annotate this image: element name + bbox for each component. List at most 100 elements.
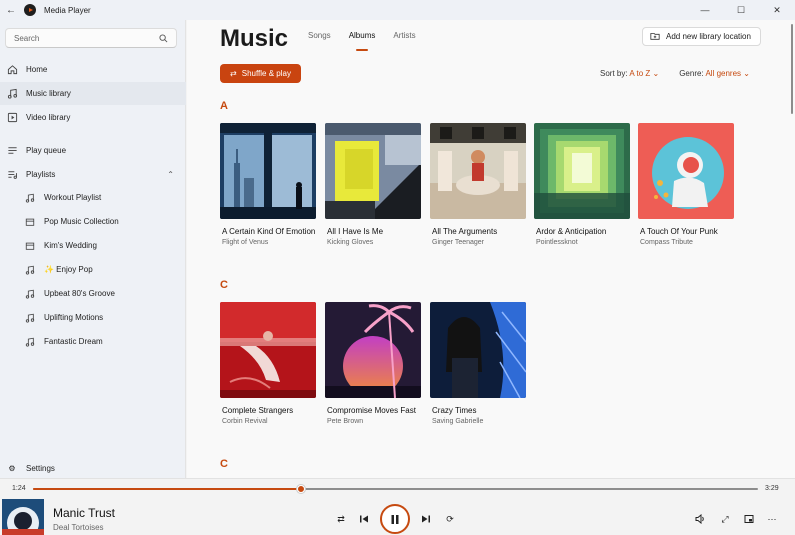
music-note-icon [6,88,18,100]
sidebar-item-label: Playlists [26,170,56,179]
settings-label: Settings [26,463,55,473]
add-library-location-button[interactable]: Add new library location [642,27,761,46]
seek-bar-fill [33,488,302,490]
album-title: A Touch Of Your Punk [640,227,718,236]
album-tile[interactable]: All I Have Is Me Kicking Gloves [325,123,421,248]
sidebar-item-music-library[interactable]: Music library [0,82,186,105]
more-options-icon[interactable]: ⋯ [765,512,779,526]
next-track-icon[interactable] [419,512,433,526]
sidebar-item-home[interactable]: Home [0,58,186,81]
section-letter[interactable]: C [220,279,228,291]
back-arrow-icon[interactable]: ← [2,1,20,19]
playlist-music-icon [24,288,36,300]
section-letter[interactable]: C [220,458,228,470]
miniplayer-icon[interactable] [742,512,756,526]
album-tile[interactable]: Ardor & Anticipation Pointlessknot [534,123,630,248]
sidebar-item-label: Play queue [26,146,67,155]
album-art [430,302,526,398]
tab-albums[interactable]: Albums [349,31,376,40]
sidebar-item-playlist[interactable]: ✨ Enjoy Pop [0,258,186,281]
album-artist: Corbin Revival [222,418,268,425]
search-placeholder: Search [14,33,40,43]
total-time: 3:29 [765,485,779,492]
album-artist: Ginger Teenager [432,239,485,246]
album-art [325,123,421,219]
search-input[interactable]: Search [5,28,177,48]
expand-icon[interactable]: ⤢ [718,512,732,526]
sidebar-item-video-library[interactable]: Video library [0,106,186,129]
now-playing-artist[interactable]: Deal Tortoises [53,523,104,532]
playlist-label: Upbeat 80's Groove [44,289,115,298]
seek-bar[interactable] [33,485,758,493]
play-pause-button[interactable] [380,504,410,534]
playlist-folder-icon [24,240,36,252]
album-artist: Kicking Gloves [327,239,374,246]
window-title: Media Player [44,5,91,15]
genre-label: Genre: [679,69,704,78]
genre-dropdown[interactable]: Genre: All genres ⌄ [679,69,750,78]
home-icon [6,64,18,76]
playlist-label: Workout Playlist [44,193,102,202]
sidebar-item-playlist[interactable]: Kim's Wedding [0,234,186,257]
close-icon[interactable]: ✕ [759,0,795,20]
album-tile[interactable]: Crazy Times Saving Gabrielle [430,302,526,427]
playlist-music-icon [24,312,36,324]
sidebar-item-playlist[interactable]: Workout Playlist [0,186,186,209]
elapsed-time: 1:24 [12,485,26,492]
playlist-label: Fantastic Dream [44,337,103,346]
playlist-label: Pop Music Collection [44,217,119,226]
sort-dropdown[interactable]: Sort by: A to Z ⌄ [600,69,659,78]
album-artist: Flight of Venus [222,239,269,246]
sidebar-item-settings[interactable]: ⚙ Settings [0,458,186,478]
sidebar-item-label: Music library [26,89,71,98]
album-art [220,302,316,398]
video-icon [6,112,18,124]
sidebar-item-playlist[interactable]: Uplifting Motions [0,306,186,329]
album-art [534,123,630,219]
sidebar-item-play-queue[interactable]: Play queue [0,139,186,162]
title-bar: ← Media Player — ☐ ✕ [0,0,795,20]
album-art [638,123,734,219]
sidebar-item-label: Home [26,65,48,74]
app-logo-icon [24,4,36,16]
shuffle-play-button[interactable]: ⇄ Shuffle & play [220,64,301,83]
shuffle-label: Shuffle & play [241,69,291,78]
album-tile[interactable]: Compromise Moves Fast Pete Brown [325,302,421,427]
seek-thumb[interactable] [297,485,306,493]
scrollbar[interactable] [791,24,793,114]
sidebar-item-playlist[interactable]: Upbeat 80's Groove [0,282,186,305]
sort-value: A to Z [629,69,651,78]
sidebar-item-playlist[interactable]: Fantastic Dream [0,330,186,353]
album-artist: Pete Brown [327,418,364,425]
shuffle-icon[interactable]: ⇄ [334,512,348,526]
maximize-icon[interactable]: ☐ [723,0,759,20]
minimize-icon[interactable]: — [687,0,723,20]
album-tile[interactable]: A Certain Kind Of Emotion Flight of Venu… [220,123,316,248]
album-title: Complete Strangers [222,406,294,415]
album-title: Ardor & Anticipation [536,227,607,236]
album-title: All I Have Is Me [327,227,384,236]
sidebar-item-playlist[interactable]: Pop Music Collection [0,210,186,233]
chevron-down-icon: ⌄ [743,69,750,78]
playlist-label: Uplifting Motions [44,313,104,322]
chevron-up-icon[interactable]: ⌃ [167,170,174,179]
sidebar: Search Home Music library Video library … [0,20,186,478]
album-tile[interactable]: A Touch Of Your Punk Compass Tribute [638,123,734,248]
playlist-music-icon [24,336,36,348]
album-artist: Saving Gabrielle [432,418,484,425]
tab-songs[interactable]: Songs [308,31,331,40]
now-playing-title[interactable]: Manic Trust [53,506,115,520]
section-letter[interactable]: A [220,100,228,112]
album-title: All The Arguments [432,227,498,236]
tab-artists[interactable]: Artists [393,31,415,40]
album-title: Crazy Times [432,406,477,415]
now-playing-art [2,499,44,535]
volume-icon[interactable] [693,512,707,526]
page-title: Music [220,25,289,52]
genre-value: All genres [705,69,742,78]
repeat-icon[interactable]: ⟳ [443,512,457,526]
album-tile[interactable]: Complete Strangers Corbin Revival [220,302,316,427]
sidebar-item-playlists[interactable]: Playlists ⌃ [0,163,186,186]
previous-track-icon[interactable] [357,512,371,526]
album-tile[interactable]: All The Arguments Ginger Teenager [430,123,526,248]
